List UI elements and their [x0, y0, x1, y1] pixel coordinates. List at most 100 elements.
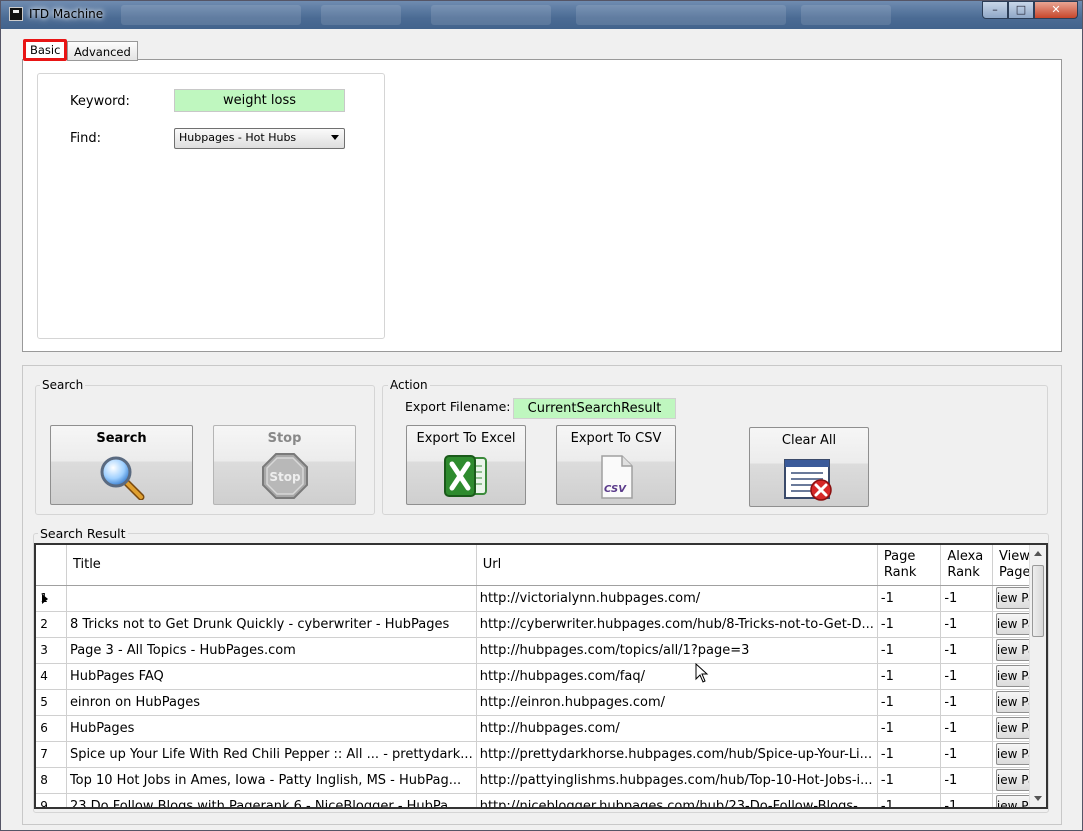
- search-button[interactable]: Search: [50, 425, 193, 505]
- table-row[interactable]: 5 einron on HubPages http://einron.hubpage…: [36, 689, 1046, 716]
- row-number: 3: [40, 642, 48, 657]
- cell-page-rank[interactable]: -1: [877, 585, 942, 612]
- tab-advanced[interactable]: Advanced: [67, 41, 138, 61]
- magnifier-icon: [100, 456, 144, 500]
- row-header[interactable]: 4: [36, 663, 67, 690]
- export-excel-button[interactable]: Export To Excel: [406, 425, 526, 505]
- column-header-alexa-rank[interactable]: Alexa Rank: [940, 545, 993, 586]
- tab-basic[interactable]: Basic: [23, 39, 68, 61]
- cell-url[interactable]: http://hubpages.com/topics/all/1?page=3: [476, 637, 878, 664]
- export-csv-button[interactable]: Export To CSV CSV: [556, 425, 676, 505]
- mouse-cursor-icon: [695, 663, 709, 683]
- clear-list-icon: [784, 459, 832, 501]
- table-row[interactable]: 1 Victoria Lynn on HubPages http://victori…: [36, 585, 1046, 612]
- window-title: ITD Machine: [29, 7, 104, 21]
- cell-alexa-rank[interactable]: -1: [940, 585, 993, 612]
- table-row[interactable]: 9 23 Do Follow Blogs with Pagerank 6 - Ni…: [36, 793, 1046, 809]
- cell-alexa-rank[interactable]: -1: [940, 637, 993, 664]
- cell-url[interactable]: http://pattyinglishms.hubpages.com/hub/T…: [476, 767, 878, 794]
- cell-page-rank[interactable]: -1: [877, 767, 942, 794]
- cell-title[interactable]: Spice up Your Life With Red Chili Pepper…: [66, 741, 477, 768]
- clear-all-button[interactable]: Clear All: [749, 427, 869, 507]
- cell-title[interactable]: Victoria Lynn on HubPages: [66, 585, 477, 612]
- scroll-down-icon[interactable]: [1034, 796, 1042, 801]
- cell-page-rank[interactable]: -1: [877, 689, 942, 716]
- row-number: 2: [40, 616, 48, 631]
- row-number: 5: [40, 694, 48, 709]
- cell-page-rank[interactable]: -1: [877, 715, 942, 742]
- cell-alexa-rank[interactable]: -1: [940, 793, 993, 807]
- table-row[interactable]: 3 Page 3 - All Topics - HubPages.com http:…: [36, 637, 1046, 664]
- cell-alexa-rank[interactable]: -1: [940, 611, 993, 638]
- cell-title[interactable]: 23 Do Follow Blogs with Pagerank 6 - Nic…: [66, 793, 477, 807]
- chevron-down-icon: [331, 135, 339, 140]
- find-dropdown[interactable]: Hubpages - Hot Hubs: [174, 128, 345, 149]
- vertical-scrollbar[interactable]: [1029, 545, 1046, 807]
- cell-alexa-rank[interactable]: -1: [940, 715, 993, 742]
- row-number: 7: [40, 746, 48, 761]
- column-header-page-rank[interactable]: Page Rank: [877, 545, 942, 586]
- row-header[interactable]: 5: [36, 689, 67, 716]
- row-header[interactable]: 8: [36, 767, 67, 794]
- table-row[interactable]: 4 HubPages FAQ http://hubpages.com/faq/-1-…: [36, 663, 1046, 690]
- cell-title[interactable]: 8 Tricks not to Get Drunk Quickly - cybe…: [66, 611, 477, 638]
- maximize-button[interactable]: □: [1008, 1, 1034, 19]
- table-row[interactable]: 7 Spice up Your Life With Red Chili Peppe…: [36, 741, 1046, 768]
- cell-url[interactable]: http://cyberwriter.hubpages.com/hub/8-Tr…: [476, 611, 878, 638]
- csv-icon-text: CSV: [604, 484, 627, 495]
- cell-title[interactable]: HubPages FAQ: [66, 663, 477, 690]
- stop-sign-text: Stop: [269, 470, 301, 484]
- cell-url[interactable]: http://prettydarkhorse.hubpages.com/hub/…: [476, 741, 878, 768]
- cell-page-rank[interactable]: -1: [877, 793, 942, 807]
- cell-title[interactable]: Top 10 Hot Jobs in Ames, Iowa - Patty In…: [66, 767, 477, 794]
- action-group-title: Action: [388, 378, 430, 392]
- row-header[interactable]: 1: [36, 585, 67, 612]
- keyword-label: Keyword:: [70, 94, 130, 109]
- close-button[interactable]: ✕: [1034, 1, 1078, 19]
- background-blur: [121, 5, 301, 25]
- column-header-url[interactable]: Url: [476, 545, 878, 586]
- cell-page-rank[interactable]: -1: [877, 611, 942, 638]
- stop-button[interactable]: Stop Stop: [213, 425, 356, 505]
- cell-url[interactable]: http://niceblogger.hubpages.com/hub/23-D…: [476, 793, 878, 807]
- title-bar: ITD Machine – □ ✕: [1, 1, 1082, 29]
- cell-url[interactable]: http://einron.hubpages.com/: [476, 689, 878, 716]
- scroll-thumb[interactable]: [1032, 565, 1044, 637]
- column-header-title[interactable]: Title: [66, 545, 477, 586]
- cell-alexa-rank[interactable]: -1: [940, 663, 993, 690]
- cell-url[interactable]: http://victorialynn.hubpages.com/: [476, 585, 878, 612]
- row-header[interactable]: 9: [36, 793, 67, 809]
- cell-url[interactable]: http://hubpages.com/: [476, 715, 878, 742]
- results-grid: Title Url Page Rank Alexa Rank View Page…: [34, 543, 1048, 809]
- cell-alexa-rank[interactable]: -1: [940, 741, 993, 768]
- scroll-up-icon[interactable]: [1034, 551, 1042, 556]
- row-header[interactable]: 3: [36, 637, 67, 664]
- cell-page-rank[interactable]: -1: [877, 637, 942, 664]
- excel-icon: [444, 455, 487, 497]
- row-header[interactable]: 7: [36, 741, 67, 768]
- export-excel-label: Export To Excel: [416, 431, 516, 446]
- cell-alexa-rank[interactable]: -1: [940, 767, 993, 794]
- cell-title[interactable]: einron on HubPages: [66, 689, 477, 716]
- cell-title[interactable]: Page 3 - All Topics - HubPages.com: [66, 637, 477, 664]
- row-header[interactable]: 2: [36, 611, 67, 638]
- keyword-input[interactable]: weight loss: [174, 89, 345, 112]
- search-button-label: Search: [96, 431, 147, 446]
- search-criteria-box: [37, 73, 385, 339]
- app-icon: [9, 7, 23, 21]
- table-row[interactable]: 6HubPageshttp://hubpages.com/-1-1View Pa…: [36, 715, 1046, 742]
- table-row[interactable]: 2 8 Tricks not to Get Drunk Quickly - cyb…: [36, 611, 1046, 638]
- cell-title[interactable]: HubPages: [66, 715, 477, 742]
- background-blur: [321, 5, 401, 25]
- row-number: 9: [40, 798, 48, 809]
- minimize-button[interactable]: –: [982, 1, 1008, 19]
- cell-url[interactable]: http://hubpages.com/faq/: [476, 663, 878, 690]
- background-blur: [801, 5, 891, 25]
- cell-alexa-rank[interactable]: -1: [940, 689, 993, 716]
- cell-page-rank[interactable]: -1: [877, 663, 942, 690]
- row-header[interactable]: 6: [36, 715, 67, 742]
- background-blur: [431, 5, 551, 25]
- cell-page-rank[interactable]: -1: [877, 741, 942, 768]
- export-filename-input[interactable]: CurrentSearchResult: [513, 398, 676, 419]
- table-row[interactable]: 8 Top 10 Hot Jobs in Ames, Iowa - Patty I…: [36, 767, 1046, 794]
